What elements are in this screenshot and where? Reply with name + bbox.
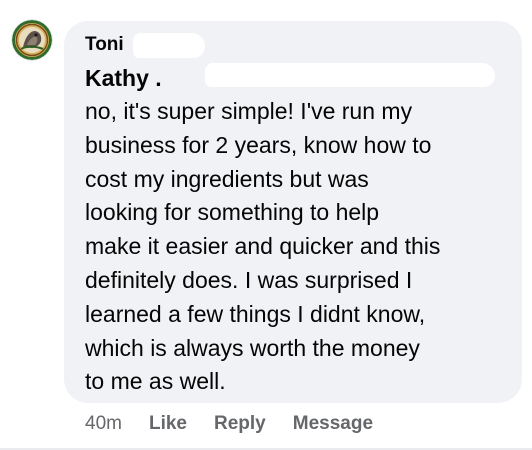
- message-button[interactable]: Message: [293, 413, 373, 434]
- redaction-mark: [133, 33, 205, 58]
- comment-text-line: cost my ingredients but was: [85, 165, 369, 192]
- comment-text-line: definitely does. I was surprised I: [85, 266, 413, 293]
- timestamp[interactable]: 40m: [85, 413, 122, 434]
- comment-text-line: learned a few things I didnt know,: [85, 300, 426, 327]
- comment-text-line: make it easier and quicker and this: [85, 233, 441, 260]
- avatar[interactable]: [12, 20, 52, 60]
- comment-text-line: no, it's super simple! I've run my: [85, 98, 413, 124]
- comment: Toni Kathy . no, it's super simple! I've…: [0, 0, 532, 450]
- comment-actions: 40m Like Reply Message: [85, 411, 373, 437]
- mention-tag[interactable]: Kathy .: [85, 64, 162, 92]
- comment-text: no, it's super simple! I've run my busin…: [85, 95, 515, 399]
- comment-text-line: looking for something to help: [85, 199, 380, 226]
- like-button[interactable]: Like: [149, 413, 187, 434]
- comment-text-line: to me as well.: [85, 368, 226, 395]
- avatar-image: [12, 20, 52, 60]
- comment-text-line: business for 2 years, know how to: [85, 131, 432, 158]
- author-name[interactable]: Toni: [85, 34, 124, 56]
- redaction-mark: [205, 63, 495, 87]
- reply-button[interactable]: Reply: [214, 413, 266, 434]
- comment-text-line: which is always worth the money: [85, 334, 420, 361]
